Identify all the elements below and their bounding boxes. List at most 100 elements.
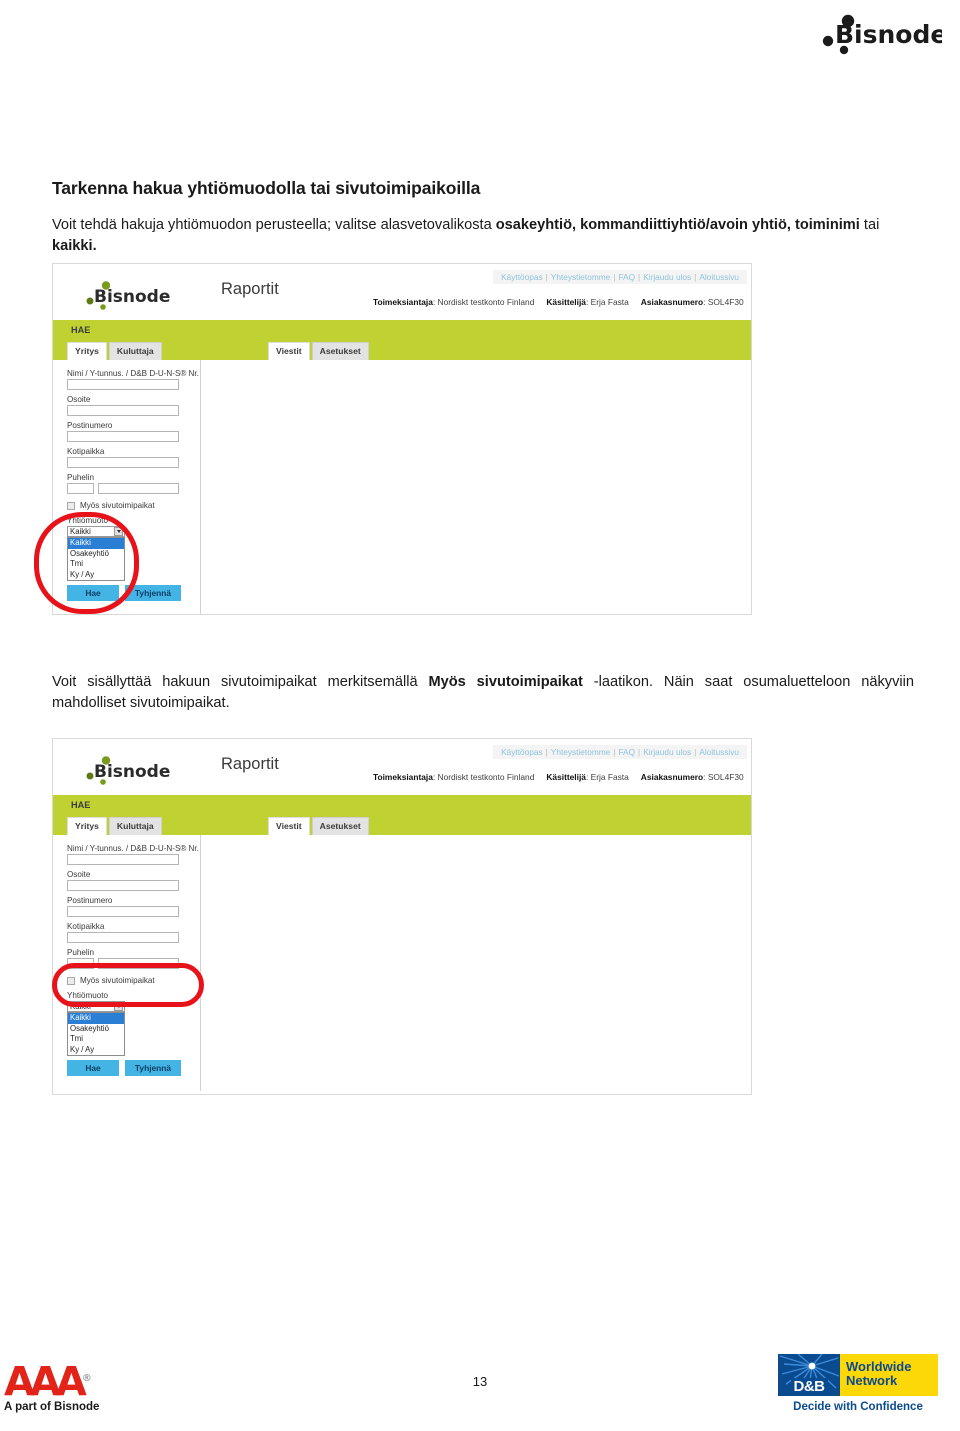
option-osakeyhtio[interactable]: Osakeyhtiö [68,1024,124,1035]
bisnode-logo-top: Bisnode [814,12,947,56]
svg-text:Bisnode: Bisnode [94,762,170,782]
option-tmi[interactable]: Tmi [68,559,124,570]
field-label: Kotipaikka [67,922,105,931]
osoite-input[interactable] [67,880,179,891]
field-nimi: Nimi / Y-tunnus. / D&B D-U-N-S® Nr. [67,844,200,865]
app-body: Nimi / Y-tunnus. / D&B D-U-N-S® Nr. Osoi… [53,360,751,614]
clear-button[interactable]: Tyhjennä [125,585,181,601]
tab-asetukset[interactable]: Asetukset [311,342,369,360]
option-osakeyhtio[interactable]: Osakeyhtiö [68,549,124,560]
phone-number-input[interactable] [98,483,179,494]
link-faq[interactable]: FAQ [618,272,635,282]
link-kirjaudu-ulos[interactable]: Kirjaudu ulos [643,747,691,757]
meta-label: Asiakasnumero [640,297,704,307]
tab-kuluttaja[interactable]: Kuluttaja [108,817,162,835]
branch-offices-paragraph: Voit sisällyttää hakuun sivutoimipaikat … [52,672,914,714]
field-label: Kotipaikka [67,447,105,456]
company-form-select-group: Yhtiömuoto Kaikki Kaikki Osakeyhtiö Tmi … [67,991,200,1056]
field-label: Osoite [67,870,91,879]
nimi-input[interactable] [67,379,179,390]
select-label: Yhtiömuoto [67,991,108,1000]
meta-value: SOL4F30 [707,297,744,307]
meta-value: Erja Fasta [590,772,629,782]
meta-kasittelija: Käsittelijä: Erja Fasta [546,772,629,782]
chevron-down-icon[interactable] [114,527,123,536]
chevron-down-icon[interactable] [114,1002,123,1011]
link-yhteystietomme[interactable]: Yhteystietomme [551,747,610,757]
meta-label: Käsittelijä [546,772,586,782]
dnb-line-2: Network [846,1373,898,1388]
link-faq[interactable]: FAQ [618,747,635,757]
company-form-option-list[interactable]: Kaikki Osakeyhtiö Tmi Ky / Ay [67,1012,125,1056]
nimi-input[interactable] [67,854,179,865]
tab-kuluttaja[interactable]: Kuluttaja [108,342,162,360]
field-label: Nimi / Y-tunnus. / D&B D-U-N-S® Nr. [67,844,199,853]
branch-offices-checkbox-row[interactable]: Myös sivutoimipaikat [67,976,200,985]
field-kotipaikka: Kotipaikka [67,922,200,943]
option-kaikki[interactable]: Kaikki [68,538,124,549]
meta-value: Nordiskt testkonto Finland [437,772,535,782]
tab-yritys[interactable]: Yritys [67,342,107,360]
meta-kasittelija: Käsittelijä: Erja Fasta [546,297,629,307]
meta-toimeksiantaja: Toimeksiantaja: Nordiskt testkonto Finla… [373,297,535,307]
kotipaikka-input[interactable] [67,457,179,468]
link-yhteystietomme[interactable]: Yhteystietomme [551,272,610,282]
field-label: Nimi / Y-tunnus. / D&B D-U-N-S® Nr. [67,369,199,378]
app-top-links[interactable]: Käyttöopas | Yhteystietomme | FAQ | Kirjaudu u… [493,270,747,284]
svg-text:Bisnode: Bisnode [94,287,170,307]
phone-area-input[interactable] [67,958,94,969]
branch-offices-checkbox-row[interactable]: Myös sivutoimipaikat [67,501,200,510]
app-header: Bisnode Raportit Käyttöopas | Yhteystietom… [53,739,751,795]
intro-bold-all: kaikki. [52,238,97,254]
tab-yritys[interactable]: Yritys [67,817,107,835]
option-tmi[interactable]: Tmi [68,1034,124,1045]
link-separator: | [613,272,616,282]
kotipaikka-input[interactable] [67,932,179,943]
link-aloitussivu[interactable]: Aloitussivu [699,272,739,282]
dnb-badge: D&B [778,1354,840,1396]
osoite-input[interactable] [67,405,179,416]
branch-text-part-1: Voit sisällyttää hakuun sivutoimipaikat … [52,674,429,690]
intro-text-part-1: Voit tehdä hakuja yhtiömuodon perusteell… [52,217,496,233]
phone-input-row [67,958,200,969]
link-kayttoopas[interactable]: Käyttöopas [501,272,543,282]
option-ky-ay[interactable]: Ky / Ay [68,1045,124,1056]
checkbox-icon[interactable] [67,976,75,985]
clear-button[interactable]: Tyhjennä [125,1060,181,1076]
meta-value: Nordiskt testkonto Finland [437,297,535,307]
company-form-option-list[interactable]: Kaikki Osakeyhtiö Tmi Ky / Ay [67,537,125,581]
checkbox-icon[interactable] [67,501,75,510]
svg-text:Bisnode: Bisnode [835,20,942,49]
app-header: Bisnode Raportit Käyttöopas | Yhteystietom… [53,264,751,320]
app-top-links[interactable]: Käyttöopas | Yhteystietomme | FAQ | Kirjaudu u… [493,745,747,759]
phone-number-input[interactable] [98,958,179,969]
meta-asiakasnumero: Asiakasnumero: SOL4F30 [640,297,744,307]
link-kayttoopas[interactable]: Käyttöopas [501,747,543,757]
field-nimi: Nimi / Y-tunnus. / D&B D-U-N-S® Nr. [67,369,200,390]
field-kotipaikka: Kotipaikka [67,447,200,468]
dnb-abbr: D&B [790,1378,828,1396]
tab-viestit[interactable]: Viestit [268,817,310,835]
dnb-tagline: Decide with Confidence [793,1401,923,1413]
select-value: Kaikki [70,1002,91,1011]
option-ky-ay[interactable]: Ky / Ay [68,570,124,581]
right-tab-group: Viestit Asetukset [268,817,369,835]
link-aloitussivu[interactable]: Aloitussivu [699,747,739,757]
link-kirjaudu-ulos[interactable]: Kirjaudu ulos [643,272,691,282]
company-form-select[interactable]: Kaikki [67,526,125,537]
search-button[interactable]: Hae [67,585,119,601]
intro-paragraph: Voit tehdä hakuja yhtiömuodon perusteell… [52,215,917,257]
option-kaikki[interactable]: Kaikki [68,1013,124,1024]
meta-label: Toimeksiantaja [373,772,433,782]
tab-viestit[interactable]: Viestit [268,342,310,360]
company-form-select[interactable]: Kaikki [67,1001,125,1012]
app-section-title: Raportit [221,755,279,773]
phone-area-input[interactable] [67,483,94,494]
tab-asetukset[interactable]: Asetukset [311,817,369,835]
link-separator: | [545,747,548,757]
link-separator: | [613,747,616,757]
postinumero-input[interactable] [67,431,179,442]
search-button[interactable]: Hae [67,1060,119,1076]
postinumero-input[interactable] [67,906,179,917]
field-puhelin: Puhelin [67,948,200,969]
